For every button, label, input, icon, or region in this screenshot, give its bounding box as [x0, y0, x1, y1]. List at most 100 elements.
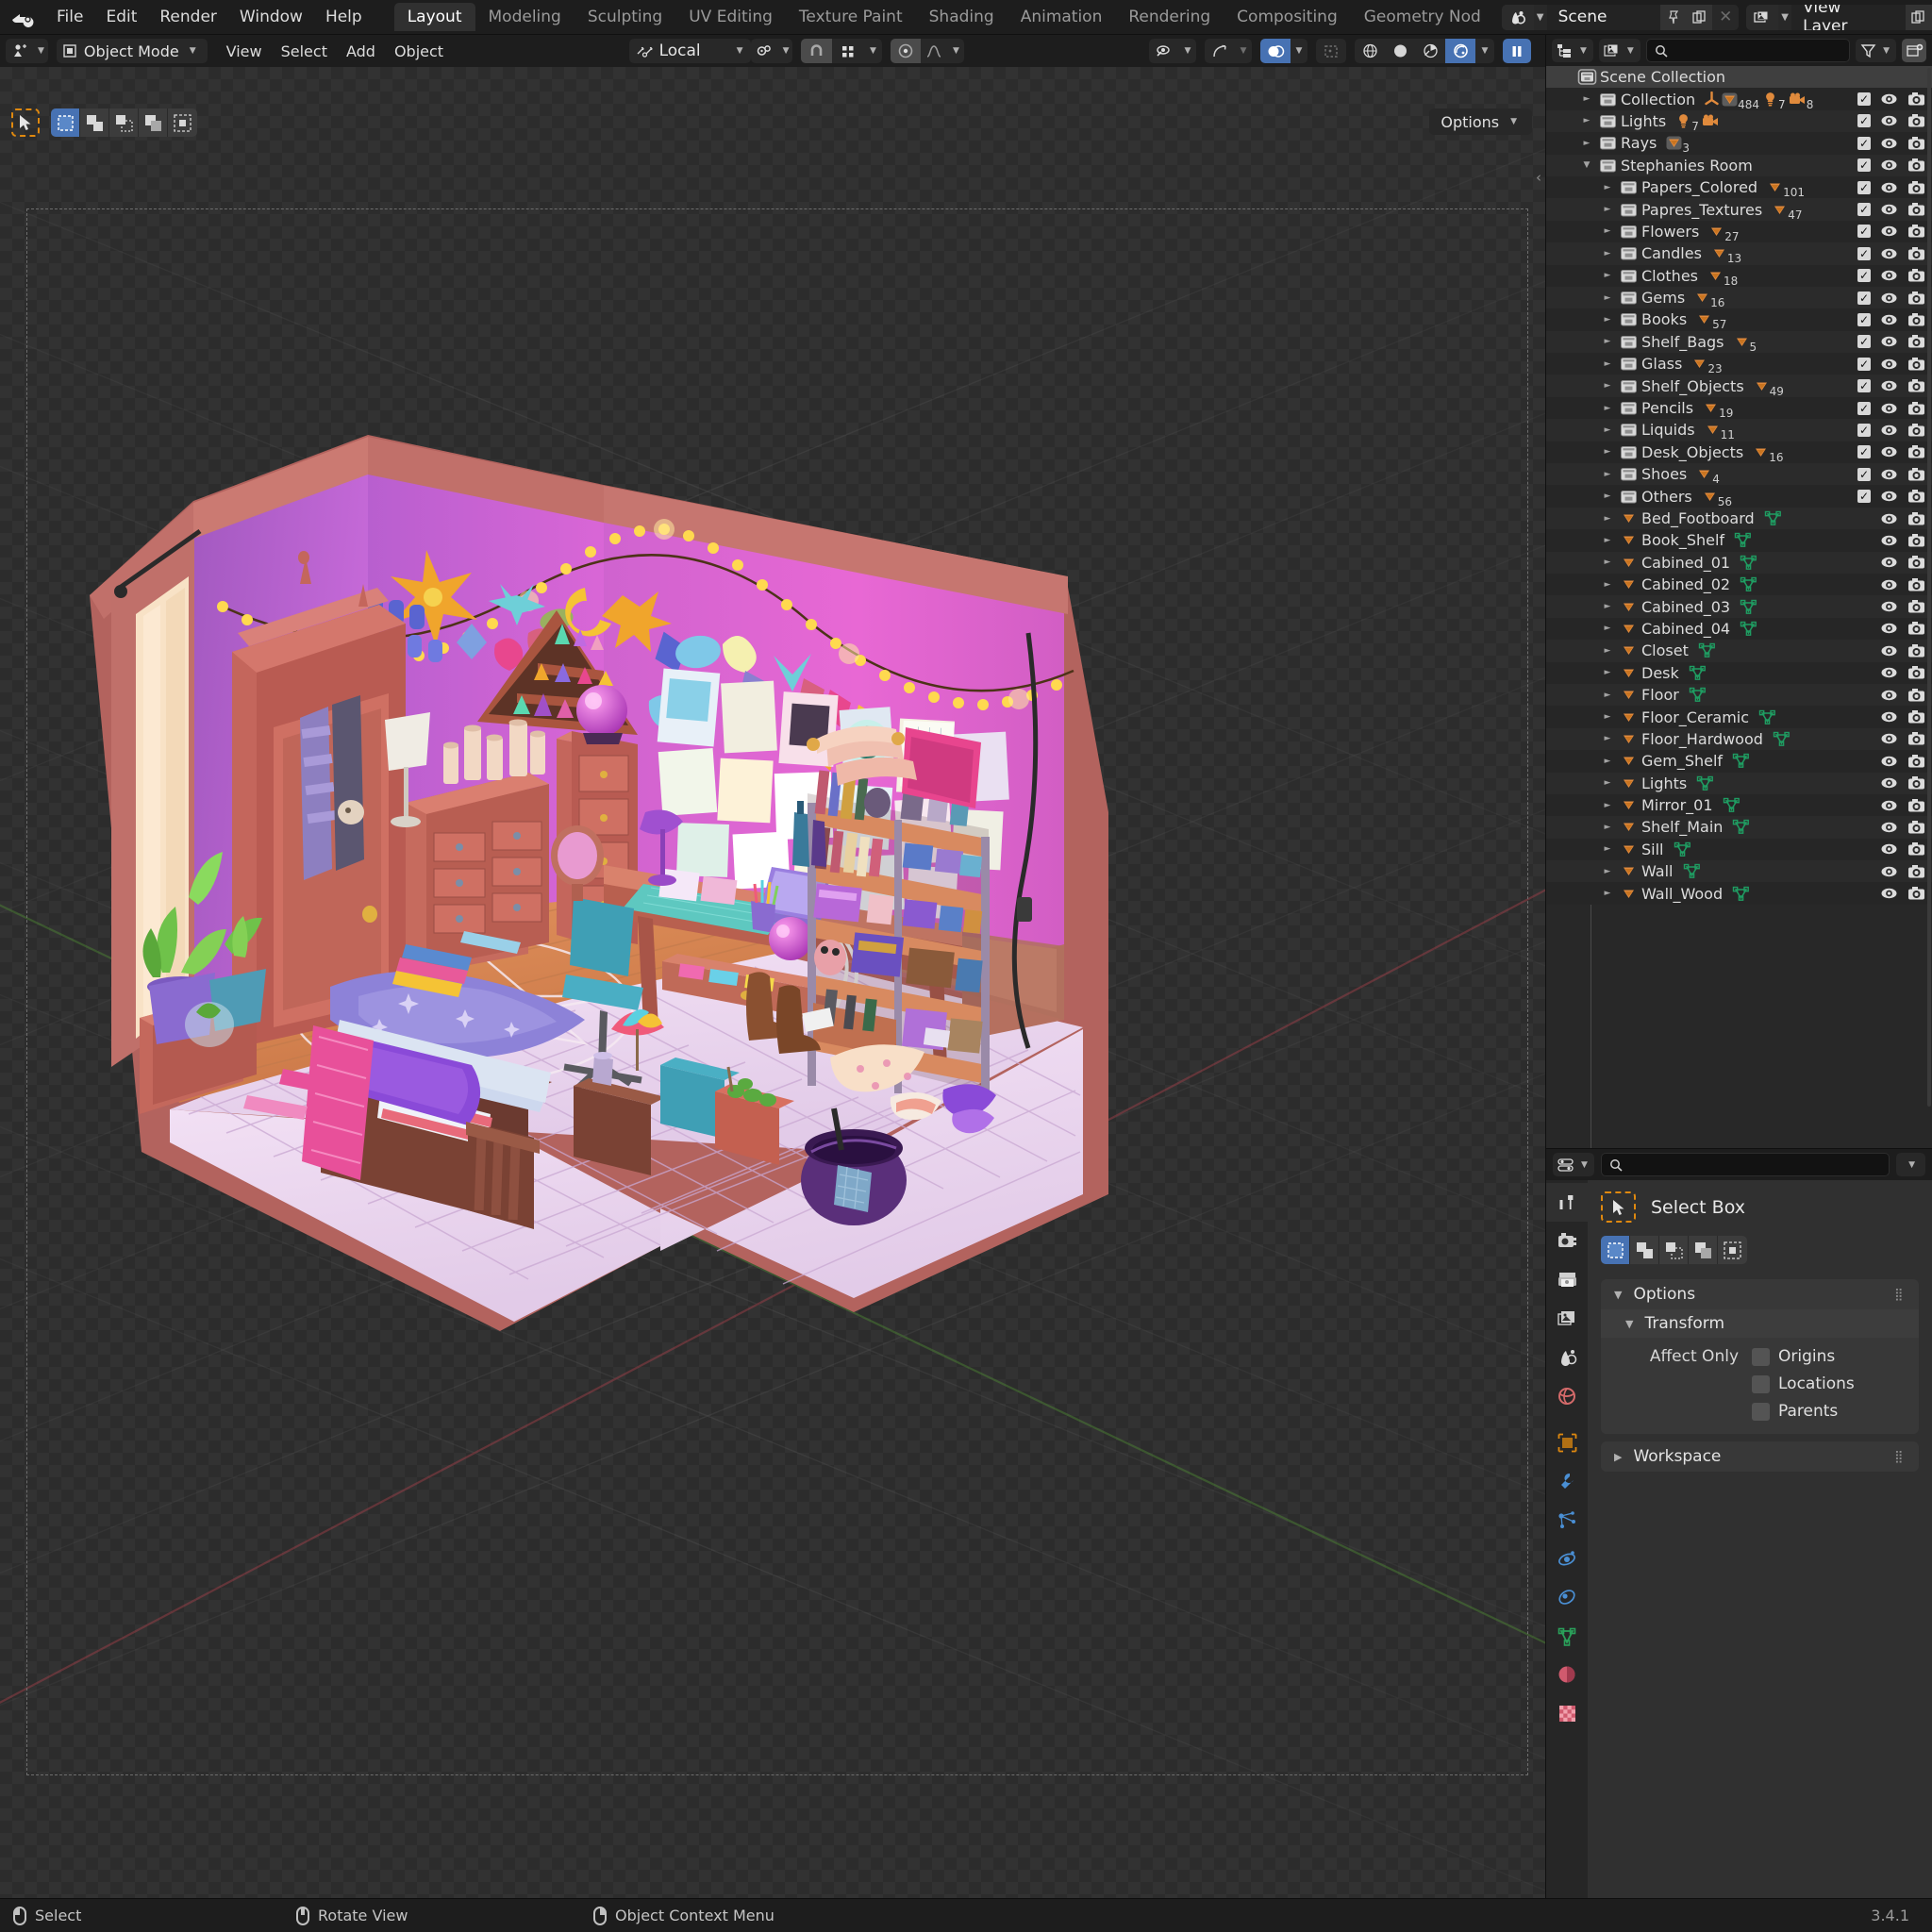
outliner-disclosure-right-icon[interactable]: ►	[1597, 624, 1618, 633]
outliner-disclosure-right-icon[interactable]: ►	[1597, 514, 1618, 524]
outliner-row[interactable]: ► Flowers 27 ✓	[1546, 220, 1932, 243]
hide-in-viewport-eye-icon[interactable]	[1880, 313, 1898, 326]
outliner-disclosure-right-icon[interactable]: ►	[1597, 536, 1618, 545]
hide-in-viewport-eye-icon[interactable]	[1880, 225, 1898, 238]
viewport-menu-add[interactable]: Add	[337, 40, 385, 63]
outliner-row[interactable]: ► Cabined_01	[1546, 551, 1932, 574]
outliner-row[interactable]: ► Lights 7 ✓	[1546, 109, 1932, 132]
properties-editor-type-selector[interactable]: ▼	[1553, 1153, 1594, 1176]
hide-in-viewport-eye-icon[interactable]	[1880, 137, 1898, 150]
outliner-row[interactable]: ► Glass 23 ✓	[1546, 353, 1932, 375]
exclude-checkbox[interactable]: ✓	[1857, 401, 1871, 415]
disable-in-render-camera-icon[interactable]	[1907, 533, 1925, 548]
disable-in-render-camera-icon[interactable]	[1907, 643, 1925, 658]
hide-in-viewport-eye-icon[interactable]	[1880, 689, 1898, 702]
properties-tab-texture[interactable]	[1546, 1694, 1588, 1733]
hide-in-viewport-eye-icon[interactable]	[1880, 887, 1898, 900]
hide-in-viewport-eye-icon[interactable]	[1880, 578, 1898, 591]
outliner-row[interactable]: ► Rays 3 ✓	[1546, 132, 1932, 155]
outliner-disclosure-right-icon[interactable]: ►	[1597, 337, 1618, 346]
outliner-search-input[interactable]	[1673, 42, 1842, 59]
disable-in-render-camera-icon[interactable]	[1907, 291, 1925, 306]
hide-in-viewport-eye-icon[interactable]	[1880, 203, 1898, 216]
hide-in-viewport-eye-icon[interactable]	[1880, 556, 1898, 569]
transform-orientation-selector[interactable]: Local ▼	[628, 39, 751, 63]
outliner-disclosure-right-icon[interactable]: ►	[1597, 691, 1618, 700]
outliner-disclosure-right-icon[interactable]: ►	[1597, 867, 1618, 876]
hide-in-viewport-eye-icon[interactable]	[1880, 666, 1898, 679]
outliner-disclosure-right-icon[interactable]: ►	[1597, 249, 1618, 258]
outliner-display-mode-selector[interactable]: ▼	[1552, 39, 1593, 62]
outliner-disclosure-right-icon[interactable]: ►	[1576, 94, 1597, 104]
disable-in-render-camera-icon[interactable]	[1907, 820, 1925, 835]
shading-chevron-down-icon[interactable]: ▼	[1475, 39, 1494, 63]
hide-in-viewport-eye-icon[interactable]	[1880, 600, 1898, 613]
gizmo-controls[interactable]: ▼	[1205, 39, 1252, 63]
properties-tab-view-layer[interactable]	[1546, 1299, 1588, 1338]
snap-magnet-icon[interactable]	[801, 39, 833, 63]
hide-in-viewport-eye-icon[interactable]	[1880, 644, 1898, 658]
outliner-row[interactable]: ► Books 57 ✓	[1546, 308, 1932, 331]
outliner-disclosure-right-icon[interactable]: ►	[1597, 226, 1618, 236]
interaction-mode-selector[interactable]: Object Mode ▼	[56, 39, 208, 63]
select-mode-subtract-icon[interactable]	[109, 108, 139, 137]
hide-in-viewport-eye-icon[interactable]	[1880, 181, 1898, 194]
snap-chevron-down-icon[interactable]: ▼	[863, 39, 882, 63]
mode-chevron-down-icon[interactable]: ▼	[186, 46, 200, 56]
snap-increment-icon[interactable]	[832, 39, 863, 63]
outliner-row[interactable]: ► Desk_Objects 16 ✓	[1546, 441, 1932, 464]
select-mode-extend-icon[interactable]	[80, 108, 109, 137]
hide-in-viewport-eye-icon[interactable]	[1880, 158, 1898, 172]
tab-layout[interactable]: Layout	[393, 3, 475, 31]
hide-in-viewport-eye-icon[interactable]	[1880, 490, 1898, 503]
exclude-checkbox[interactable]: ✓	[1857, 291, 1871, 305]
outliner-disclosure-right-icon[interactable]: ►	[1576, 116, 1597, 125]
outliner-disclosure-right-icon[interactable]: ►	[1597, 271, 1618, 280]
exclude-checkbox[interactable]: ✓	[1857, 357, 1871, 371]
exclude-checkbox[interactable]: ✓	[1857, 180, 1871, 194]
hide-in-viewport-eye-icon[interactable]	[1880, 92, 1898, 106]
properties-tab-object[interactable]	[1546, 1424, 1588, 1462]
material-preview-shading-icon[interactable]	[1415, 39, 1445, 63]
blender-logo-icon[interactable]	[9, 5, 34, 29]
hide-in-viewport-eye-icon[interactable]	[1880, 269, 1898, 282]
outliner-row[interactable]: ► Desk	[1546, 661, 1932, 684]
outliner-row[interactable]: ► Cabined_04	[1546, 617, 1932, 641]
outliner-disclosure-right-icon[interactable]: ►	[1597, 425, 1618, 435]
hide-in-viewport-eye-icon[interactable]	[1880, 776, 1898, 790]
disable-in-render-camera-icon[interactable]	[1907, 555, 1925, 570]
tab-rendering[interactable]: Rendering	[1115, 3, 1224, 31]
tab-sculpting[interactable]: Sculpting	[575, 3, 675, 31]
hide-in-viewport-eye-icon[interactable]	[1880, 799, 1898, 812]
hide-in-viewport-eye-icon[interactable]	[1880, 358, 1898, 371]
outliner-filter-toggle[interactable]: ▼	[1856, 39, 1896, 62]
disable-in-render-camera-icon[interactable]	[1907, 599, 1925, 614]
exclude-checkbox[interactable]: ✓	[1857, 158, 1871, 173]
outliner-disclosure-right-icon[interactable]: ►	[1597, 359, 1618, 369]
disable-in-render-camera-icon[interactable]	[1907, 688, 1925, 703]
disable-in-render-camera-icon[interactable]	[1907, 334, 1925, 349]
visibility-chevron-down-icon[interactable]: ▼	[1179, 39, 1196, 63]
falloff-curve-icon[interactable]	[921, 39, 947, 63]
panel-drag-grip[interactable]: ⣿	[1894, 1451, 1909, 1463]
properties-search-field[interactable]	[1600, 1153, 1890, 1176]
outliner-row[interactable]: ► Papres_Textures 47 ✓	[1546, 198, 1932, 221]
viewport-menu-select[interactable]: Select	[272, 40, 337, 63]
viewport-menu-object[interactable]: Object	[385, 40, 453, 63]
filter-chevron-down-icon[interactable]: ▼	[1879, 46, 1893, 56]
outliner-disclosure-right-icon[interactable]: ►	[1597, 404, 1618, 413]
disable-in-render-camera-icon[interactable]	[1907, 268, 1925, 283]
disable-in-render-camera-icon[interactable]	[1907, 754, 1925, 769]
hide-in-viewport-eye-icon[interactable]	[1880, 732, 1898, 745]
outliner-disclosure-right-icon[interactable]: ►	[1597, 757, 1618, 766]
scene-name[interactable]: Scene	[1546, 4, 1660, 30]
options-panel-header[interactable]: ▼ Options ⣿	[1601, 1279, 1919, 1309]
proportional-editing-controls[interactable]: ▼	[891, 39, 965, 63]
disable-in-render-camera-icon[interactable]	[1907, 886, 1925, 901]
orientation-chevron-down-icon[interactable]: ▼	[733, 46, 747, 56]
outliner-row[interactable]: ► Shelf_Bags 5 ✓	[1546, 330, 1932, 354]
exclude-checkbox[interactable]: ✓	[1857, 225, 1871, 239]
outliner-row[interactable]: ► Book_Shelf	[1546, 529, 1932, 552]
properties-tab-tool[interactable]	[1546, 1183, 1588, 1222]
outliner-disclosure-right-icon[interactable]: ►	[1597, 205, 1618, 214]
